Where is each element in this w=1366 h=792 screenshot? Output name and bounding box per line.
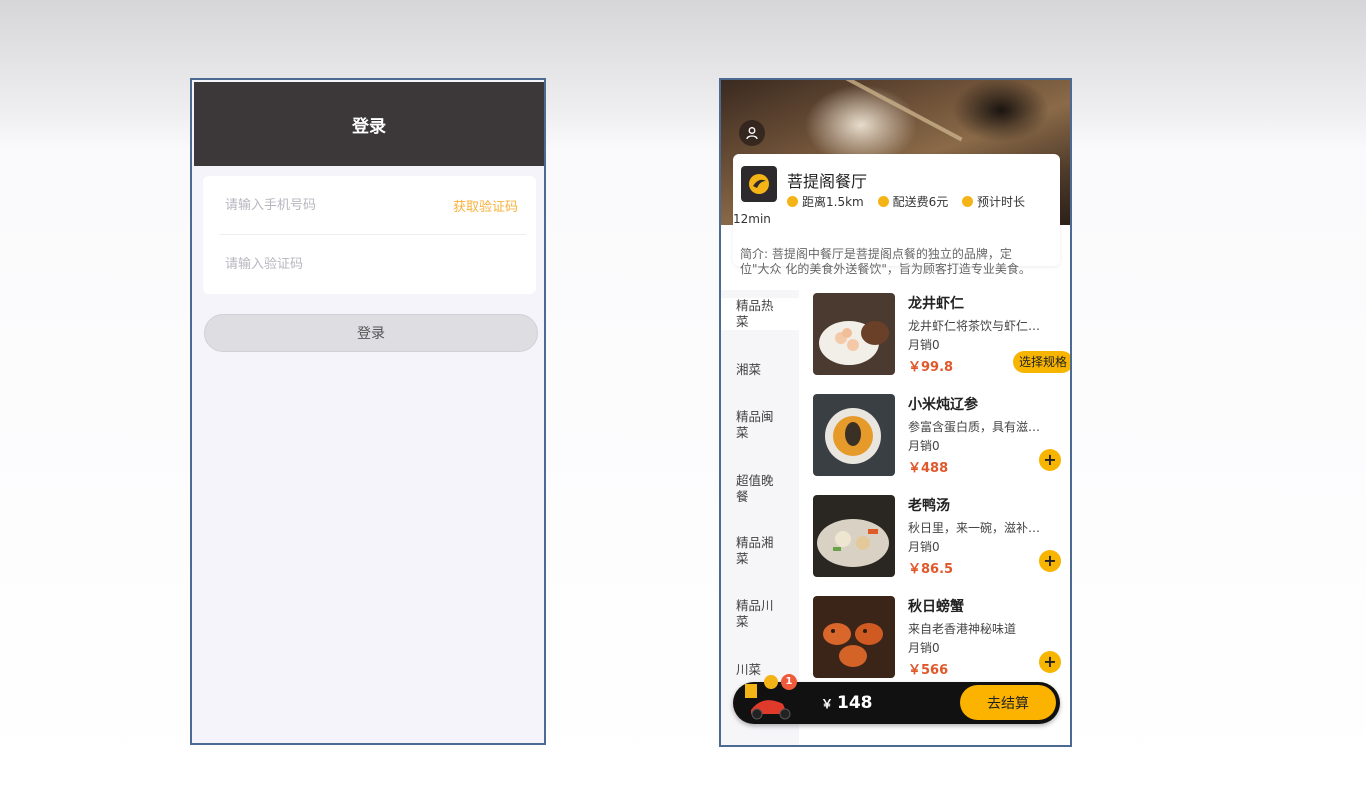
cart-bar: 1 ￥ 148 去结算 <box>733 674 1060 724</box>
dish-image <box>813 394 895 476</box>
category-item[interactable]: 精品湘菜 <box>721 535 799 567</box>
dish-sales: 月销0 <box>908 641 940 655</box>
eta: 预计时长 <box>962 194 1025 211</box>
dish-description: 参富含蛋白质，具有滋补功效 <box>908 420 1043 434</box>
dish-description: 秋日里，来一碗，滋补又暖身 <box>908 521 1043 535</box>
dish-item[interactable]: 小米炖辽参 参富含蛋白质，具有滋补功效 月销0 ￥488 + <box>813 394 1063 478</box>
code-input[interactable] <box>225 257 425 272</box>
dish-description: 来自老香港神秘味道 <box>908 622 1017 636</box>
get-code-button[interactable]: 获取验证码 <box>453 196 518 215</box>
shop-meta: 距离1.5km 配送费6元 预计时长 12min <box>733 194 1055 228</box>
dish-image <box>813 293 895 375</box>
dish-image <box>813 596 895 678</box>
phone-input[interactable] <box>225 198 425 213</box>
money-bag-icon <box>877 196 889 207</box>
dish-price: ￥488 <box>908 461 949 476</box>
dish-item[interactable]: 老鸭汤 秋日里，来一碗，滋补又暖身 月销0 ￥86.5 + <box>813 495 1063 579</box>
checkout-button[interactable]: 去结算 <box>960 685 1056 720</box>
login-form: 获取验证码 <box>203 176 536 294</box>
page-title: 登录 <box>352 116 386 137</box>
category-item[interactable]: 超值晚餐 <box>721 473 799 505</box>
dish-price: ￥566 <box>908 663 949 678</box>
dish-sales: 月销0 <box>908 338 940 352</box>
shop-name: 菩提阁餐厅 <box>787 172 868 191</box>
add-to-cart-button[interactable]: + <box>1039 550 1061 572</box>
shop-logo <box>741 166 777 202</box>
distance: 距离1.5km <box>787 194 864 211</box>
category-item[interactable]: 精品闽菜 <box>721 409 799 441</box>
currency-symbol: ￥ <box>821 697 834 711</box>
distance-icon <box>787 196 798 207</box>
eta-value: 12min <box>733 212 771 226</box>
dish-name: 秋日螃蟹 <box>908 599 964 615</box>
category-item[interactable]: 精品川菜 <box>721 598 799 630</box>
shop-screen: 菩提阁餐厅 距离1.5km 配送费6元 预计时长 12min 简介: 菩提阁中餐… <box>719 78 1072 747</box>
category-item[interactable]: 湘菜 <box>721 362 799 378</box>
phone-row: 获取验证码 <box>203 176 536 235</box>
cart-total-amount: 148 <box>837 693 873 713</box>
cart-count-badge: 1 <box>781 674 797 690</box>
dish-item[interactable]: 龙井虾仁 龙井虾仁将茶饮与虾仁结合 月销0 ￥99.8 选择规格 <box>813 293 1070 377</box>
login-header: 登录 <box>194 82 544 166</box>
banner-decoration <box>819 80 963 142</box>
dish-description: 龙井虾仁将茶饮与虾仁结合 <box>908 319 1043 333</box>
login-button[interactable]: 登录 <box>204 314 538 352</box>
dish-name: 龙井虾仁 <box>908 296 964 312</box>
user-icon[interactable] <box>739 120 765 146</box>
code-row <box>203 235 536 294</box>
dish-item[interactable]: 秋日螃蟹 来自老香港神秘味道 月销0 ￥566 + <box>813 596 1063 680</box>
dish-name: 老鸭汤 <box>908 498 950 514</box>
login-screen: 登录 获取验证码 登录 <box>190 78 546 745</box>
add-to-cart-button[interactable]: + <box>1039 449 1061 471</box>
dish-sales: 月销0 <box>908 439 940 453</box>
dish-image <box>813 495 895 577</box>
dish-sales: 月销0 <box>908 540 940 554</box>
category-item[interactable]: 精品热菜 <box>721 298 799 330</box>
add-to-cart-button[interactable]: + <box>1039 651 1061 673</box>
shop-intro: 简介: 菩提阁中餐厅是菩提阁点餐的独立的品牌，定位"大众 化的美食外送餐饮"，旨… <box>740 247 1031 276</box>
dish-price: ￥86.5 <box>908 562 954 577</box>
select-spec-button[interactable]: 选择规格 <box>1012 351 1070 373</box>
clock-icon <box>962 196 974 207</box>
dish-name: 小米炖辽参 <box>908 397 978 413</box>
cart-total: ￥ 148 <box>821 693 873 713</box>
delivery-fee: 配送费6元 <box>877 194 948 211</box>
dish-price: ￥99.8 <box>908 360 954 375</box>
